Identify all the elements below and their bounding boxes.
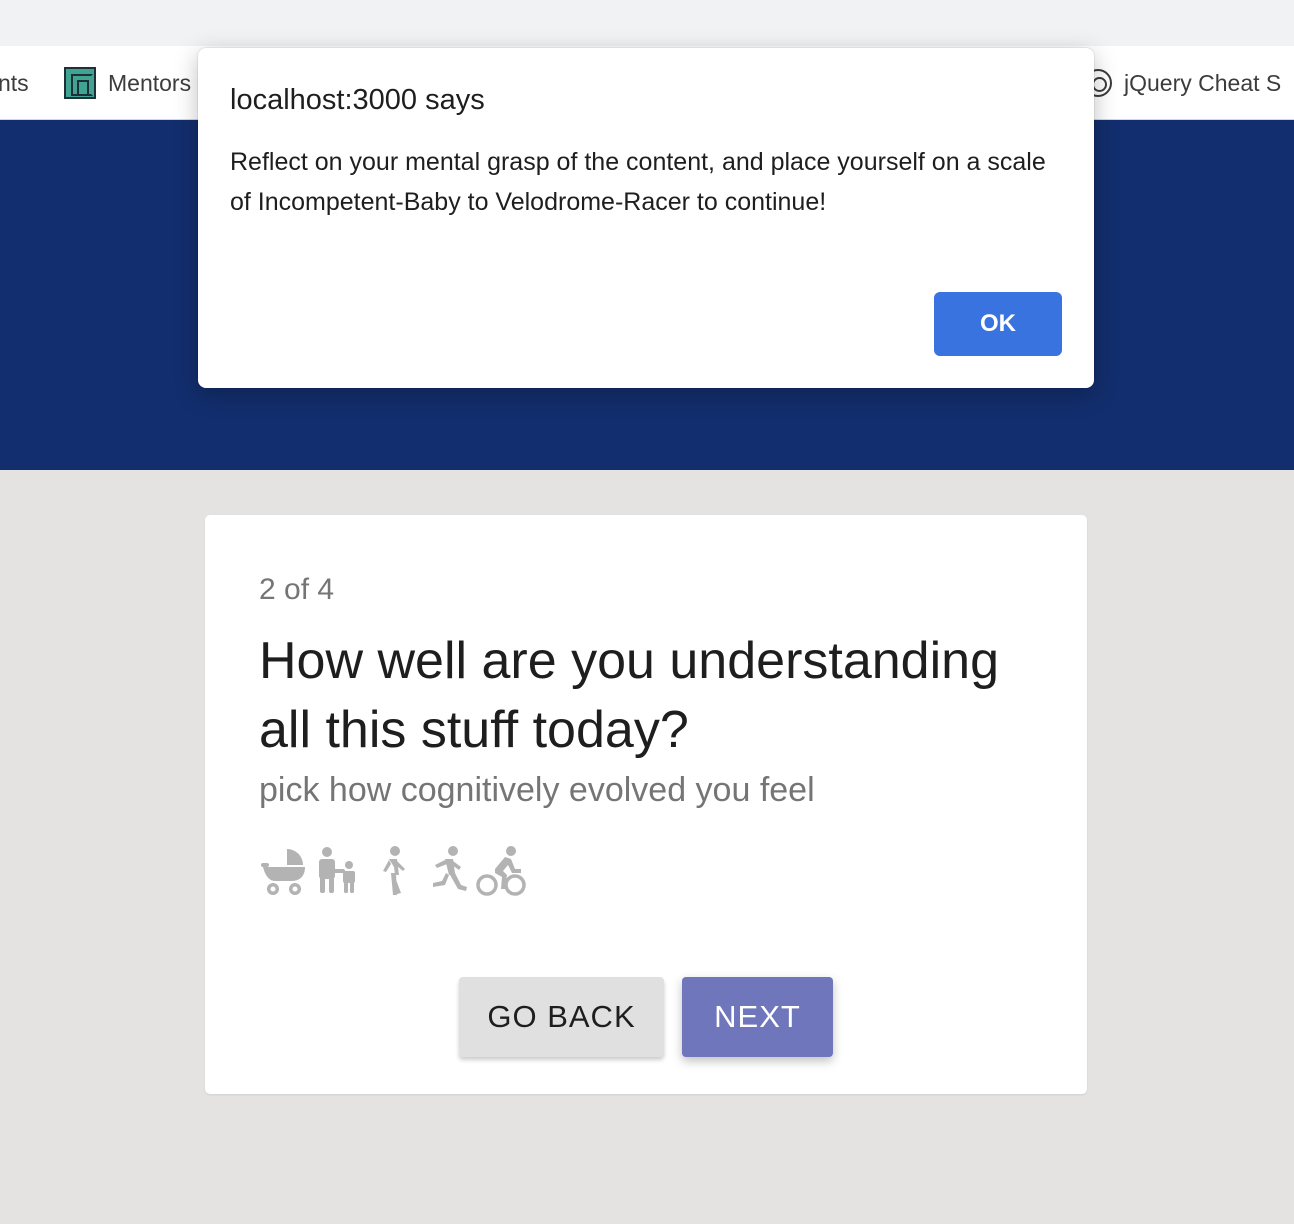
ok-button[interactable]: OK [934,292,1062,356]
cyclist-icon[interactable] [475,845,527,899]
go-back-button[interactable]: GO BACK [459,977,664,1057]
step-counter: 2 of 4 [259,573,335,606]
alert-dialog: localhost:3000 says Reflect on your ment… [198,48,1094,388]
dialog-title: localhost:3000 says [230,84,485,116]
mentors-logo-icon [64,67,96,99]
question-subtitle: pick how cognitively evolved you feel [259,771,815,809]
bookmark-label: jQuery Cheat S [1124,69,1282,96]
browser-tab-strip [0,0,1294,46]
running-person-icon[interactable] [421,845,473,899]
dialog-message: Reflect on your mental grasp of the cont… [230,148,1046,216]
survey-card: 2 of 4 How well are you understanding al… [205,515,1087,1094]
adult-with-child-icon[interactable] [313,845,365,899]
bookmark-jquery[interactable]: jQuery Cheat S [1084,68,1281,98]
next-button[interactable]: NEXT [682,977,833,1057]
bookmark-mentors[interactable]: Mentors [64,67,192,99]
stroller-icon[interactable] [259,845,311,899]
rating-scale [259,845,527,899]
bookmark-partial[interactable]: nts [0,68,29,98]
walking-person-icon[interactable] [367,845,419,899]
bookmark-label: nts [0,69,29,96]
question-title: How well are you understanding all this … [259,632,999,759]
bookmark-label: Mentors [108,69,192,96]
